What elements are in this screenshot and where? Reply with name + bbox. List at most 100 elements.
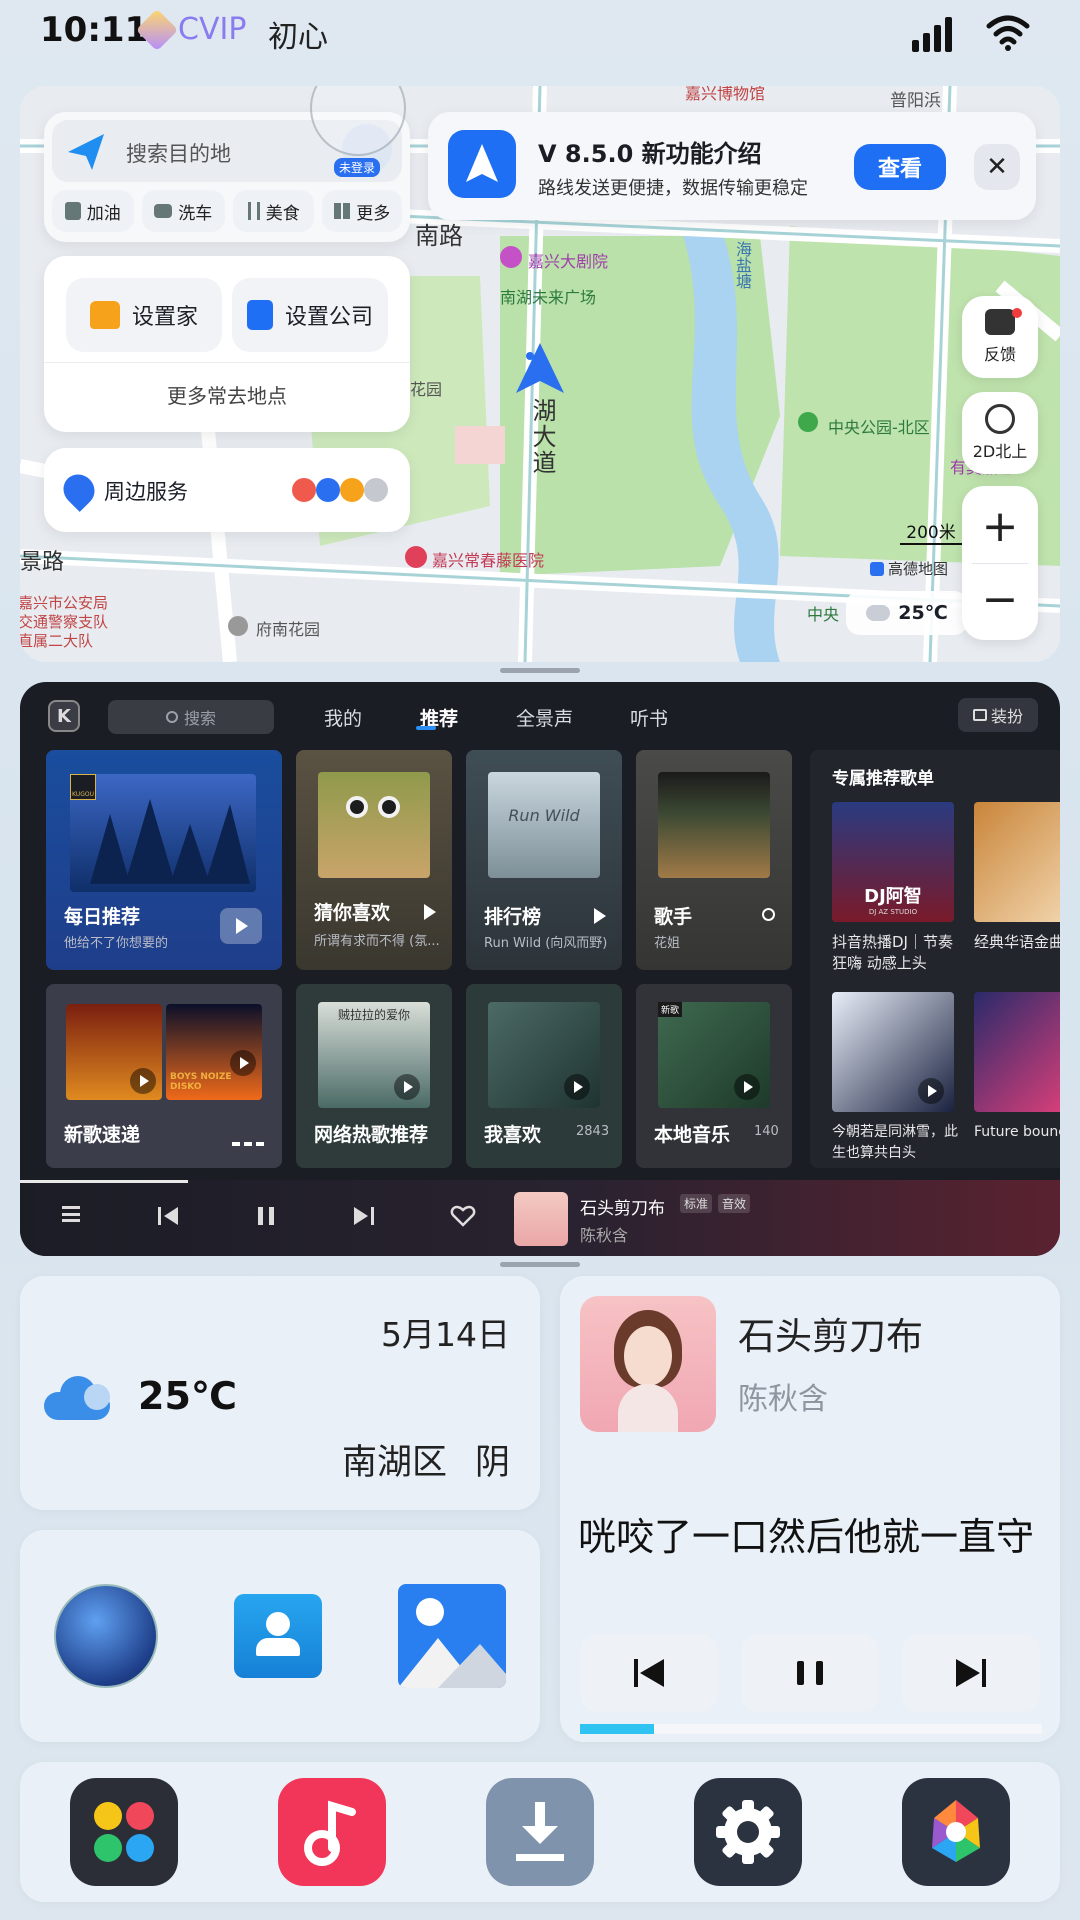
- more-service-icon: [364, 478, 388, 502]
- hospital-pin-icon: [405, 546, 427, 568]
- zoom-out-icon[interactable]: −: [982, 570, 1019, 630]
- play-icon[interactable]: [424, 904, 436, 920]
- skin-label: 装扮: [990, 707, 1023, 726]
- tab-mine[interactable]: 我的: [324, 704, 362, 731]
- more-button[interactable]: 更多: [322, 190, 402, 232]
- playlist-icon[interactable]: [62, 1206, 80, 1222]
- settings-app-icon[interactable]: [694, 1778, 802, 1886]
- playlist-cover-1-title: DJ阿智: [864, 886, 922, 907]
- compass-icon: [985, 404, 1015, 434]
- playlist-cover-4[interactable]: [974, 992, 1060, 1112]
- player-progress-track[interactable]: [580, 1724, 1042, 1734]
- company-icon: [246, 300, 273, 330]
- search-icon[interactable]: [762, 908, 775, 921]
- tab-audiobook[interactable]: 听书: [630, 704, 668, 731]
- playlist-cover-2[interactable]: [974, 802, 1060, 922]
- vip-badge[interactable]: CVIP: [135, 8, 247, 51]
- vip-label: CVIP: [178, 12, 247, 47]
- guess-you-like-tile[interactable]: 猜你喜欢 所谓有求而不得 (氛...: [296, 750, 452, 970]
- map-scale: 200米: [900, 518, 962, 545]
- pager-dots: [232, 1142, 264, 1146]
- play-icon[interactable]: [394, 1074, 420, 1100]
- singer-tile[interactable]: 歌手 花姐: [636, 750, 792, 970]
- north-up-button[interactable]: 2D北上: [962, 392, 1038, 474]
- play-icon[interactable]: [564, 1074, 590, 1100]
- play-icon[interactable]: [734, 1074, 760, 1100]
- set-home-button[interactable]: 设置家: [66, 278, 222, 352]
- music-search-input[interactable]: 搜索: [108, 700, 274, 734]
- heart-icon[interactable]: [450, 1204, 476, 1228]
- playlist-cover-3[interactable]: [832, 992, 954, 1112]
- zoom-in-icon[interactable]: +: [982, 497, 1019, 557]
- play-icon[interactable]: [918, 1078, 944, 1104]
- weather-widget[interactable]: 5月14日 25℃ 南湖区阴: [20, 1276, 540, 1510]
- sound-effect-badge[interactable]: 音效: [718, 1194, 751, 1213]
- carwash-button[interactable]: 洗车: [141, 190, 225, 232]
- map-label-theater: 嘉兴大剧院: [528, 252, 609, 271]
- set-company-button[interactable]: 设置公司: [232, 278, 388, 352]
- photos-app-icon[interactable]: [902, 1778, 1010, 1886]
- previous-icon[interactable]: [156, 1204, 180, 1228]
- drag-handle-2[interactable]: [500, 1262, 580, 1267]
- quality-badge[interactable]: 标准: [680, 1194, 713, 1213]
- local-music-tile[interactable]: 新歌 本地音乐 140: [636, 984, 792, 1168]
- new-songs-tile[interactable]: BOYS NOIZE DISKO 新歌速递: [46, 984, 282, 1168]
- map-label-museum: 嘉兴博物馆: [685, 86, 766, 103]
- skin-button[interactable]: 装扮: [958, 698, 1038, 732]
- food-button[interactable]: 美食: [232, 190, 315, 232]
- playback-progress[interactable]: [20, 1180, 188, 1183]
- play-icon[interactable]: [230, 1050, 256, 1076]
- local-music-art-badge: 新歌: [658, 1002, 683, 1017]
- charts-tile[interactable]: Run Wild 排行榜 Run Wild (向风而野): [466, 750, 622, 970]
- map-widget[interactable]: 嘉兴博物馆 普阳浜 南路 嘉兴大剧院 南湖未来广场 海盐塘 花园 湖大道 中央公…: [20, 86, 1060, 662]
- weather-condition: 阴: [474, 1443, 510, 1483]
- next-icon[interactable]: [352, 1204, 376, 1228]
- search-placeholder: 搜索目的地: [126, 142, 231, 166]
- nearby-label: 周边服务: [104, 480, 188, 504]
- tile-title: 我喜欢: [484, 1124, 542, 1146]
- playlist-name-2[interactable]: 经典华语金曲【堪比神仙打: [974, 932, 1060, 953]
- album-art-1: [66, 1004, 162, 1100]
- album-cover[interactable]: [580, 1296, 716, 1432]
- app-drawer-icon[interactable]: [70, 1778, 178, 1886]
- drag-handle[interactable]: [500, 668, 580, 673]
- browser-globe-icon[interactable]: [54, 1584, 158, 1688]
- next-button[interactable]: [902, 1634, 1040, 1712]
- tile-title: 新歌速递: [64, 1124, 141, 1146]
- hot-songs-tile[interactable]: 贼拉拉的爱你 网络热歌推荐: [296, 984, 452, 1168]
- pause-button[interactable]: [741, 1634, 879, 1712]
- pause-icon: [797, 1661, 823, 1685]
- playlist-name-4[interactable]: Future bounce车前行 穿越弹: [974, 1122, 1060, 1143]
- close-icon[interactable]: ✕: [974, 144, 1020, 190]
- play-icon[interactable]: [130, 1068, 156, 1094]
- tab-dolby[interactable]: 全景声: [516, 704, 573, 731]
- previous-button[interactable]: [580, 1634, 718, 1712]
- feedback-button[interactable]: 反馈: [962, 296, 1038, 378]
- album-art-2-text: BOYS NOIZE DISKO: [170, 1072, 232, 1092]
- gas-button[interactable]: 加油: [52, 190, 134, 232]
- now-playing-cover[interactable]: [514, 1192, 568, 1246]
- music-app-icon[interactable]: [278, 1778, 386, 1886]
- download-app-icon[interactable]: [486, 1778, 594, 1886]
- residential-pin-icon: [228, 616, 248, 636]
- playlist-name-3[interactable]: 今朝若是同淋雪，此生也算共白头: [832, 1122, 958, 1164]
- daily-recommend-tile[interactable]: KUGOU 每日推荐 他给不了你想要的: [46, 750, 282, 970]
- feedback-icon: [985, 309, 1015, 335]
- favorites-tile[interactable]: 我喜欢 2843: [466, 984, 622, 1168]
- map-label-police: 嘉兴市公安局交通警察支队直属二大队: [20, 594, 109, 650]
- notification-dot: [1012, 308, 1022, 318]
- run-wild-text: Run Wild: [508, 806, 580, 825]
- view-button[interactable]: 查看: [854, 144, 946, 190]
- provider-label: 高德地图: [888, 560, 949, 578]
- nearby-service-panel[interactable]: 周边服务: [44, 448, 410, 532]
- kugou-logo-icon[interactable]: K: [48, 700, 80, 732]
- gallery-icon[interactable]: [398, 1584, 506, 1688]
- previous-icon: [634, 1659, 664, 1687]
- play-button[interactable]: [220, 908, 262, 944]
- playlist-cover-1[interactable]: DJ阿智 DJ AZ STUDIO: [832, 802, 954, 922]
- contacts-icon[interactable]: [234, 1594, 322, 1678]
- pause-icon[interactable]: [254, 1204, 278, 1228]
- playlist-name-1[interactable]: 抖音热播DJ｜节奏狂嗨 动感上头: [832, 932, 958, 974]
- frequent-places-link[interactable]: 更多常去地点: [44, 380, 410, 409]
- play-icon[interactable]: [594, 908, 606, 924]
